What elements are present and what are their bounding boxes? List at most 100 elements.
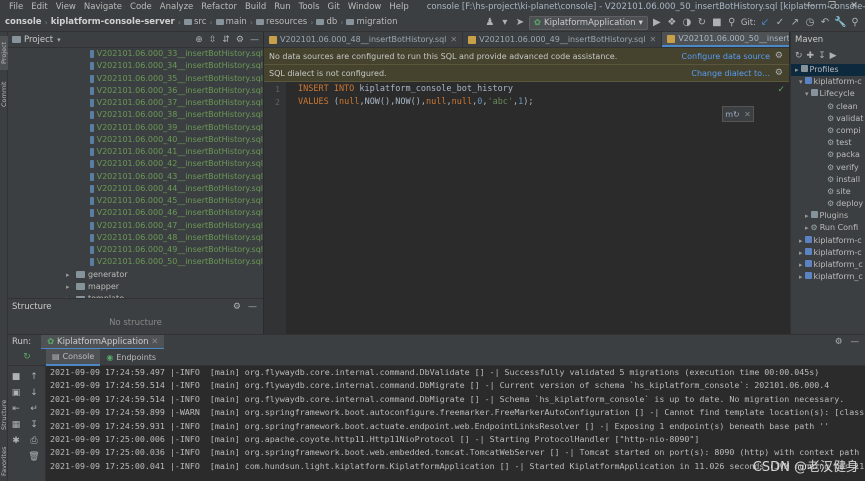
chevron-right-icon[interactable]: ▸ xyxy=(805,212,809,220)
maven-tree-item[interactable]: ⚙ packa xyxy=(791,149,865,161)
maven-tree-item[interactable]: ⚙ compi xyxy=(791,125,865,137)
clear-all-icon[interactable]: 🗑 xyxy=(28,452,40,462)
pin-icon[interactable]: ✱ xyxy=(10,436,22,446)
git-update-icon[interactable]: ↙ xyxy=(759,17,771,28)
project-tree-file[interactable]: V202101.06.000_48__insertBotHistory.sql xyxy=(8,232,263,244)
minimize-icon[interactable]: — xyxy=(799,0,821,13)
run-icon[interactable]: ▶ xyxy=(651,17,663,28)
chevron-down-icon[interactable]: ▾ xyxy=(57,36,61,44)
scroll-up-icon[interactable]: ↑ xyxy=(28,372,40,382)
soft-wrap-icon[interactable]: ↵ xyxy=(28,404,40,414)
maven-panel-header[interactable]: Maven xyxy=(790,32,865,48)
project-tree-file[interactable]: V202101.06.000_41__insertBotHistory.sql xyxy=(8,146,263,158)
menu-build[interactable]: Build xyxy=(241,2,270,12)
project-tree-file[interactable]: V202101.06.000_44__insertBotHistory.sql xyxy=(8,183,263,195)
breadcrumb-resources[interactable]: resources xyxy=(254,17,309,27)
build-hammer-icon[interactable]: ➤ xyxy=(514,17,526,28)
search-icon[interactable]: ⚲ xyxy=(726,17,738,28)
rerun-icon[interactable]: ↻ xyxy=(8,352,46,362)
close-tab-icon[interactable]: ✕ xyxy=(450,35,457,44)
run-maven-icon[interactable]: ▶ xyxy=(830,51,837,61)
stop-icon[interactable]: ■ xyxy=(10,372,22,382)
chevron-right-icon[interactable]: ▸ xyxy=(799,237,803,245)
rollback-icon[interactable]: ↶ xyxy=(819,17,831,28)
gear-icon[interactable]: ⚙ xyxy=(775,51,783,61)
menu-tools[interactable]: Tools xyxy=(295,2,324,12)
console-tab[interactable]: ▤ Console xyxy=(46,348,101,366)
camera-icon[interactable]: ▣ xyxy=(10,388,22,398)
scroll-down-icon[interactable]: ↓ xyxy=(28,388,40,398)
project-tree-file[interactable]: V202101.06.000_39__insertBotHistory.sql xyxy=(8,122,263,134)
commit-tool-tab[interactable]: Commit xyxy=(0,76,8,112)
project-tree-file[interactable]: V202101.06.000_45__insertBotHistory.sql xyxy=(8,195,263,207)
chevron-right-icon[interactable]: ▸ xyxy=(799,261,803,269)
gear-icon[interactable]: ⚙ xyxy=(236,35,244,45)
menu-file[interactable]: File xyxy=(5,2,27,12)
menu-edit[interactable]: Edit xyxy=(27,2,51,12)
project-tree-file[interactable]: V202101.06.000_36__insertBotHistory.sql xyxy=(8,85,263,97)
no-problems-check-icon[interactable]: ✓ xyxy=(777,85,785,95)
project-tree-file[interactable]: V202101.06.000_40__insertBotHistory.sql xyxy=(8,134,263,146)
maven-tree-item[interactable]: ⚙ test xyxy=(791,137,865,149)
hide-icon[interactable]: — xyxy=(851,337,860,347)
console-output[interactable]: 2021-09-09 17:24:59.497 |-INFO [main] or… xyxy=(46,366,865,481)
chevron-right-icon[interactable]: ▸ xyxy=(805,224,809,232)
change-dialect-link[interactable]: Change dialect to… xyxy=(691,69,770,78)
hide-icon[interactable]: — xyxy=(250,35,259,45)
debug-icon[interactable]: ❖ xyxy=(666,17,678,28)
gear-icon[interactable]: ⚙ xyxy=(775,68,783,78)
maven-tree-item[interactable]: ▸ ⚙ Run Confi xyxy=(791,222,865,234)
add-icon[interactable]: ✚ xyxy=(807,51,815,61)
chevron-right-icon[interactable]: ▸ xyxy=(66,269,76,281)
reload-icon[interactable]: ↻ xyxy=(795,51,803,61)
layout-icon[interactable]: ▦ xyxy=(10,420,22,430)
editor-tab-active[interactable]: V202101.06.000_50__insertBotHistory.sql✕ xyxy=(662,32,789,47)
download-icon[interactable]: ↧ xyxy=(818,51,826,61)
project-tree-file[interactable]: V202101.06.000_47__insertBotHistory.sql xyxy=(8,220,263,232)
endpoints-tab[interactable]: ◉ Endpoints xyxy=(100,349,162,366)
chevron-right-icon[interactable]: ▸ xyxy=(66,281,76,293)
code-editor[interactable]: 1 2 INSERT INTO kiplatform_console_bot_h… xyxy=(264,82,789,334)
maven-tree-item[interactable]: ▸ kiplatform_c xyxy=(791,271,865,283)
git-commit-icon[interactable]: ✓ xyxy=(774,17,786,28)
project-tree-file[interactable]: V202101.06.000_35__insertBotHistory.sql xyxy=(8,73,263,85)
run-tab-kiplatform[interactable]: ✿ KiplatformApplication ✕ xyxy=(41,334,165,350)
maven-tree-item[interactable]: ⚙ clean xyxy=(791,101,865,113)
chevron-right-icon[interactable]: ▸ xyxy=(795,66,799,74)
run-configuration-select[interactable]: ✿ KiplatformApplication ▾ xyxy=(528,15,648,30)
chevron-right-icon[interactable]: ▾ xyxy=(799,78,803,86)
structure-tool-tab[interactable]: Structure xyxy=(0,392,8,438)
collapse-all-icon[interactable]: ⇳ xyxy=(209,35,217,45)
maven-reload-icon[interactable]: m↻ xyxy=(725,110,740,119)
project-tree-file[interactable]: V202101.06.000_50__insertBotHistory.sql xyxy=(8,256,263,268)
code-content[interactable]: INSERT INTO kiplatform_console_bot_histo… xyxy=(298,83,534,109)
maven-tree-item[interactable]: ▸ kiplatform_c xyxy=(791,259,865,271)
stop-icon[interactable]: ■ xyxy=(711,17,723,28)
close-icon[interactable]: ✕ xyxy=(151,337,158,347)
close-icon[interactable]: ✕ xyxy=(843,0,865,13)
menu-refactor[interactable]: Refactor xyxy=(197,2,241,12)
breadcrumb-main[interactable]: main xyxy=(214,17,249,27)
maven-tree-item[interactable]: ▸ kiplatform-c xyxy=(791,247,865,259)
maximize-icon[interactable]: ❐ xyxy=(821,0,843,13)
close-icon[interactable]: ✕ xyxy=(744,110,751,119)
maven-tree-item[interactable]: ▸ Profiles xyxy=(791,64,865,77)
project-tree-file[interactable]: V202101.06.000_34__insertBotHistory.sql xyxy=(8,60,263,72)
maven-tree-item[interactable]: ⚙ deploy xyxy=(791,198,865,210)
maven-tree-item[interactable]: ⚙ verify xyxy=(791,162,865,174)
project-tree-folder[interactable]: ▸ generator xyxy=(8,269,263,281)
chevron-right-icon[interactable]: ▸ xyxy=(799,273,803,281)
maven-tree-item[interactable]: ⚙ validat xyxy=(791,113,865,125)
menu-code[interactable]: Code xyxy=(126,2,156,12)
maven-tree-item[interactable]: ⚙ install xyxy=(791,174,865,186)
scroll-to-end-icon[interactable]: ↧ xyxy=(28,420,40,430)
hide-icon[interactable]: — xyxy=(248,302,257,312)
breadcrumb-migration[interactable]: migration xyxy=(344,17,399,27)
menu-help[interactable]: Help xyxy=(385,2,412,12)
settings-icon[interactable]: 🔧 xyxy=(834,17,846,28)
maven-tree-item[interactable]: ⚙ site xyxy=(791,186,865,198)
search-everywhere-icon[interactable]: ⚲ xyxy=(849,17,861,28)
menu-git[interactable]: Git xyxy=(324,2,344,12)
breadcrumb-module[interactable]: kiplatform-console-server xyxy=(49,17,177,27)
dropdown-icon[interactable]: ▾ xyxy=(499,17,511,28)
